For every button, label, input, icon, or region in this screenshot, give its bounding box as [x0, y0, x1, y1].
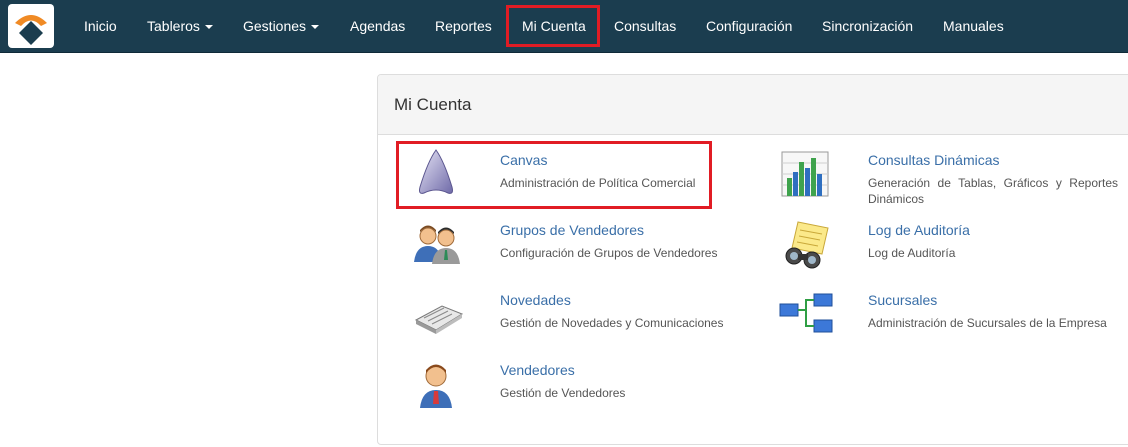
panel-heading: Mi Cuenta	[378, 75, 1128, 135]
newspaper-icon	[414, 305, 464, 334]
sucursales-link[interactable]: Sucursales	[868, 292, 937, 308]
novedades-desc: Gestión de Novedades y Comunicaciones	[500, 316, 724, 330]
logo-icon	[15, 15, 47, 45]
nav-tableros[interactable]: Tableros	[147, 0, 213, 53]
nav-agendas[interactable]: Agendas	[350, 0, 405, 53]
caret-down-icon	[204, 25, 213, 30]
novedades-link[interactable]: Novedades	[500, 292, 571, 308]
nav-gestiones-label: Gestiones	[243, 18, 307, 34]
nav-sincronizacion-label: Sincronización	[822, 18, 914, 34]
user-icon	[420, 364, 452, 408]
nav-configuracion-label: Configuración	[706, 18, 793, 34]
consultas-dinamicas-link[interactable]: Consultas Dinámicas	[868, 152, 1000, 168]
nav-tableros-label: Tableros	[147, 18, 200, 34]
nav-agendas-label: Agendas	[350, 18, 406, 34]
vendedores-link[interactable]: Vendedores	[500, 362, 575, 378]
nav-manuales[interactable]: Manuales	[943, 0, 1004, 53]
binoculars-icon	[785, 221, 829, 269]
grupos-vendedores-desc: Configuración de Grupos de Vendedores	[500, 246, 718, 260]
mi-cuenta-highlight-box	[506, 5, 600, 47]
consultas-dinamicas-desc: Generación de Tablas, Gráficos y Reporte…	[868, 176, 1118, 206]
grupos-vendedores-link[interactable]: Grupos de Vendedores	[500, 222, 644, 238]
nav-configuracion[interactable]: Configuración	[706, 0, 792, 53]
nav-sincronizacion[interactable]: Sincronización	[822, 0, 913, 53]
branches-icon	[779, 293, 833, 333]
nav-consultas-label: Consultas	[614, 18, 677, 34]
nav-inicio-label: Inicio	[84, 18, 117, 34]
log-auditoria-desc: Log de Auditoría	[868, 246, 956, 260]
nav-gestiones[interactable]: Gestiones	[243, 0, 320, 53]
canvas-highlight-box	[396, 141, 712, 209]
sucursales-desc: Administración de Sucursales de la Empre…	[868, 316, 1107, 330]
nav-consultas[interactable]: Consultas	[614, 0, 676, 53]
vendedores-desc: Gestión de Vendedores	[500, 386, 626, 400]
users-group-icon	[414, 225, 460, 264]
bar-chart-icon	[781, 151, 829, 197]
nav-reportes-label: Reportes	[435, 18, 492, 34]
nav-manuales-label: Manuales	[943, 18, 1004, 34]
caret-down-icon	[311, 25, 320, 30]
nav-inicio[interactable]: Inicio	[84, 0, 117, 53]
log-auditoria-link[interactable]: Log de Auditoría	[868, 222, 970, 238]
app-logo[interactable]	[8, 4, 54, 48]
nav-reportes[interactable]: Reportes	[435, 0, 492, 53]
